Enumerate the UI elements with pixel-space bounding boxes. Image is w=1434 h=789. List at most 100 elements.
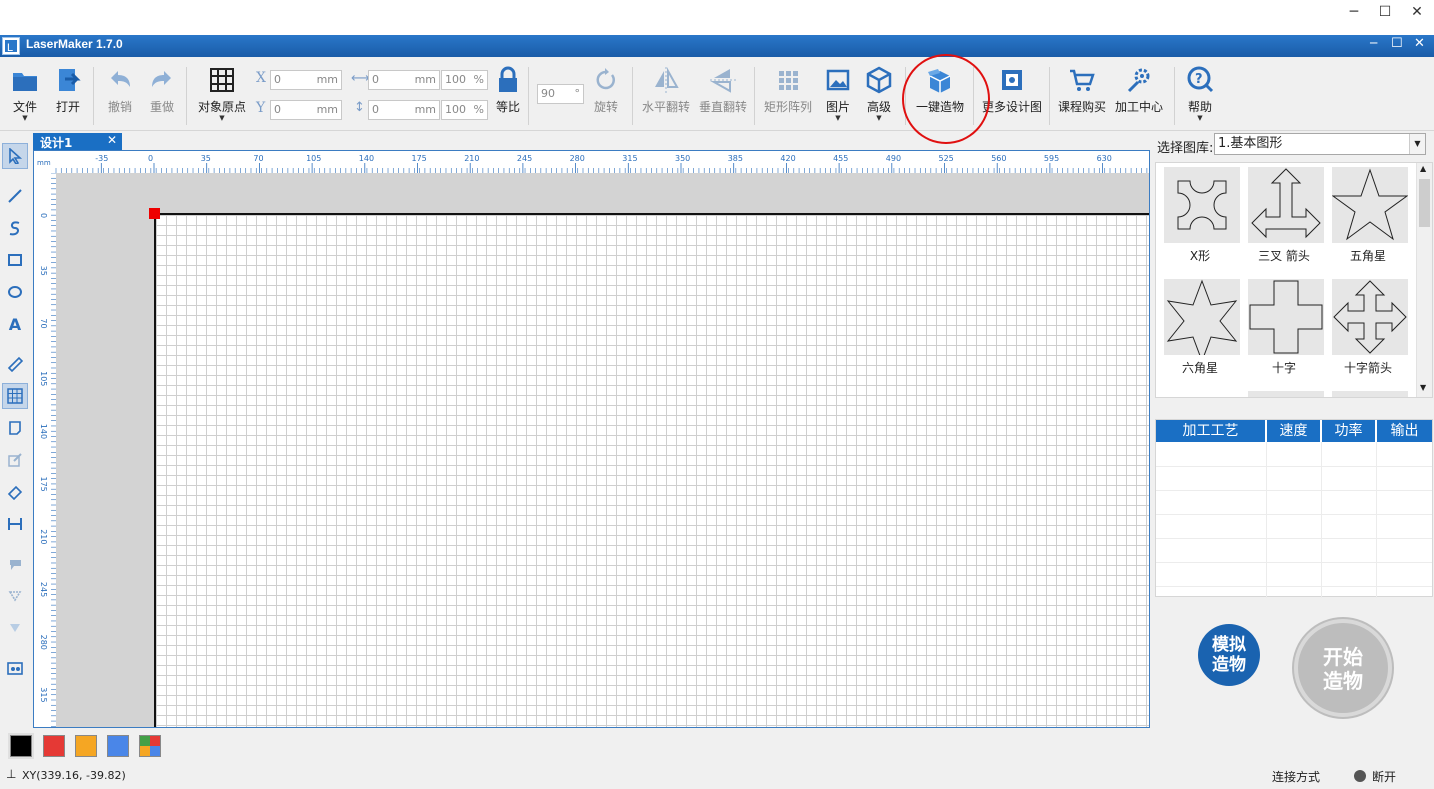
color-swatch-black[interactable]	[10, 735, 32, 757]
weld-tool[interactable]	[2, 583, 28, 609]
top-ruler-tick-label: 560	[991, 154, 1006, 163]
file-button[interactable]: 文件 ▼	[6, 65, 44, 122]
row-line	[1156, 490, 1432, 491]
shape-label: 五角星	[1349, 249, 1386, 263]
processing-center-button[interactable]: 加工中心	[1111, 65, 1167, 115]
svg-text:L: L	[7, 42, 13, 54]
horizontal-flip-button[interactable]: 水平翻转	[640, 65, 692, 115]
row-line	[1156, 514, 1432, 515]
rotate-angle-input[interactable]: 90 °	[537, 84, 584, 104]
fill-tool[interactable]	[2, 551, 28, 577]
app-maximize-button[interactable]: ☐	[1391, 36, 1403, 51]
trim-icon	[10, 624, 20, 632]
top-ruler-tick-label: 210	[464, 154, 479, 163]
color-swatch-red[interactable]	[43, 735, 65, 757]
gear-wrench-icon	[1127, 68, 1150, 93]
x-position-input[interactable]: 0 mm	[270, 70, 342, 90]
shape-hexagram[interactable]	[1164, 279, 1240, 363]
align-icon	[8, 518, 22, 530]
undo-icon	[111, 71, 130, 87]
height-input[interactable]: 0 mm	[368, 100, 440, 120]
window-maximize-button[interactable]: ☐	[1373, 0, 1397, 24]
top-ruler-tick-label: 140	[359, 154, 374, 163]
course-purchase-button[interactable]: 课程购买	[1055, 65, 1109, 115]
top-ruler-tick-label: 595	[1044, 154, 1059, 163]
scroll-down-icon[interactable]: ▼	[1420, 383, 1426, 392]
rect-array-label: 矩形阵列	[763, 100, 812, 114]
shape-cross[interactable]	[1248, 279, 1324, 355]
cube-icon	[866, 66, 892, 94]
select-tool[interactable]	[2, 143, 28, 169]
rectangle-icon	[8, 254, 22, 266]
vertical-flip-label: 垂直翻转	[698, 100, 747, 114]
text-tool-icon[interactable]: A	[2, 311, 28, 337]
width-input[interactable]: 0 mm	[368, 70, 440, 90]
object-origin-button[interactable]: 对象原点 ▼	[193, 65, 251, 122]
separator	[1049, 67, 1050, 125]
library-select[interactable]: 1.基本图形 ▼	[1214, 133, 1426, 155]
vertical-flip-button[interactable]: 垂直翻转	[697, 65, 749, 115]
top-ruler-ticks: -35 0 35 70 105 140 175 210 245 280 315 350 385 420 45…	[55, 154, 1148, 173]
design-canvas[interactable]: -35 0 35 70 105 140 175 210 245 280 315 350 385 420 45…	[33, 150, 1150, 728]
shape-x[interactable]	[1164, 167, 1240, 243]
paint-icon	[10, 560, 21, 570]
grid-array-icon	[779, 71, 798, 90]
rectangle-tool[interactable]	[2, 247, 28, 273]
advanced-button[interactable]: 高级 ▼	[863, 65, 895, 122]
ellipse-tool[interactable]	[2, 279, 28, 305]
left-ruler-tick-label: 245	[39, 582, 48, 597]
shape-label: 十字	[1271, 361, 1296, 375]
window-close-button[interactable]: ✕	[1405, 0, 1429, 24]
height-percent-input[interactable]: 100%	[441, 100, 488, 120]
y-position-input[interactable]: 0 mm	[270, 100, 342, 120]
edit-node-tool[interactable]	[2, 447, 28, 473]
measure-tool[interactable]	[2, 351, 28, 377]
color-swatch-multi[interactable]	[139, 735, 161, 757]
lock-ratio-button[interactable]: 等比	[492, 65, 524, 115]
scroll-up-icon[interactable]: ▲	[1420, 164, 1426, 173]
line-tool[interactable]	[2, 183, 28, 209]
grid-tool[interactable]	[2, 383, 28, 409]
curve-tool[interactable]	[2, 215, 28, 241]
simulate-button[interactable]: 模拟造物	[1198, 624, 1260, 686]
library-scrollbar[interactable]: ▲ ▼	[1416, 163, 1432, 397]
tab-close-icon[interactable]: ✕	[107, 133, 117, 147]
rect-array-button[interactable]: 矩形阵列	[761, 65, 815, 115]
app-close-button[interactable]: ✕	[1414, 36, 1425, 51]
top-ruler-tick-label: 0	[148, 154, 153, 163]
trim-tool[interactable]	[2, 615, 28, 641]
image-icon	[826, 69, 850, 91]
left-ruler-ticks: 0 35 70 105 140 175 210 245 280 315	[39, 172, 56, 727]
window-minimize-button[interactable]: ─	[1342, 0, 1366, 24]
connection-mode-label[interactable]: 连接方式	[1272, 768, 1320, 785]
chevron-down-icon[interactable]: ▼	[1409, 134, 1425, 154]
start-button[interactable]: 开始造物	[1294, 619, 1392, 717]
redo-button[interactable]: 重做	[144, 65, 180, 115]
top-ruler-tick-label: 35	[201, 154, 211, 163]
image-button[interactable]: 图片 ▼	[822, 65, 854, 122]
shape-trident-arrow[interactable]	[1248, 167, 1324, 243]
width-percent-input[interactable]: 100%	[441, 70, 488, 90]
scroll-thumb[interactable]	[1419, 179, 1430, 227]
page-tool[interactable]	[2, 415, 28, 441]
work-area-grid[interactable]	[154, 213, 1149, 727]
undo-button[interactable]: 撤销	[102, 65, 138, 115]
process-table: 加工工艺 速度 功率 输出	[1155, 419, 1433, 598]
eraser-tool[interactable]	[2, 479, 28, 505]
star-icon	[1331, 168, 1409, 241]
rotate-button[interactable]: 旋转	[589, 65, 623, 115]
shape-label: X形	[1189, 249, 1211, 263]
open-button[interactable]: 打开	[50, 65, 86, 115]
app-minimize-button[interactable]: ─	[1370, 36, 1377, 50]
folder-icon	[13, 73, 37, 91]
shape-cross-arrow[interactable]	[1332, 279, 1408, 355]
device-tool[interactable]	[2, 655, 28, 681]
left-ruler-tick-label: 140	[39, 424, 48, 439]
help-button[interactable]: ? 帮助 ▼	[1182, 65, 1218, 122]
color-swatch-blue[interactable]	[107, 735, 129, 757]
col-line	[1266, 442, 1267, 598]
align-tool[interactable]	[2, 511, 28, 537]
color-swatch-orange[interactable]	[75, 735, 97, 757]
tab-design-1[interactable]: 设计1 ✕	[33, 133, 122, 150]
shape-pentagram[interactable]	[1331, 167, 1409, 243]
